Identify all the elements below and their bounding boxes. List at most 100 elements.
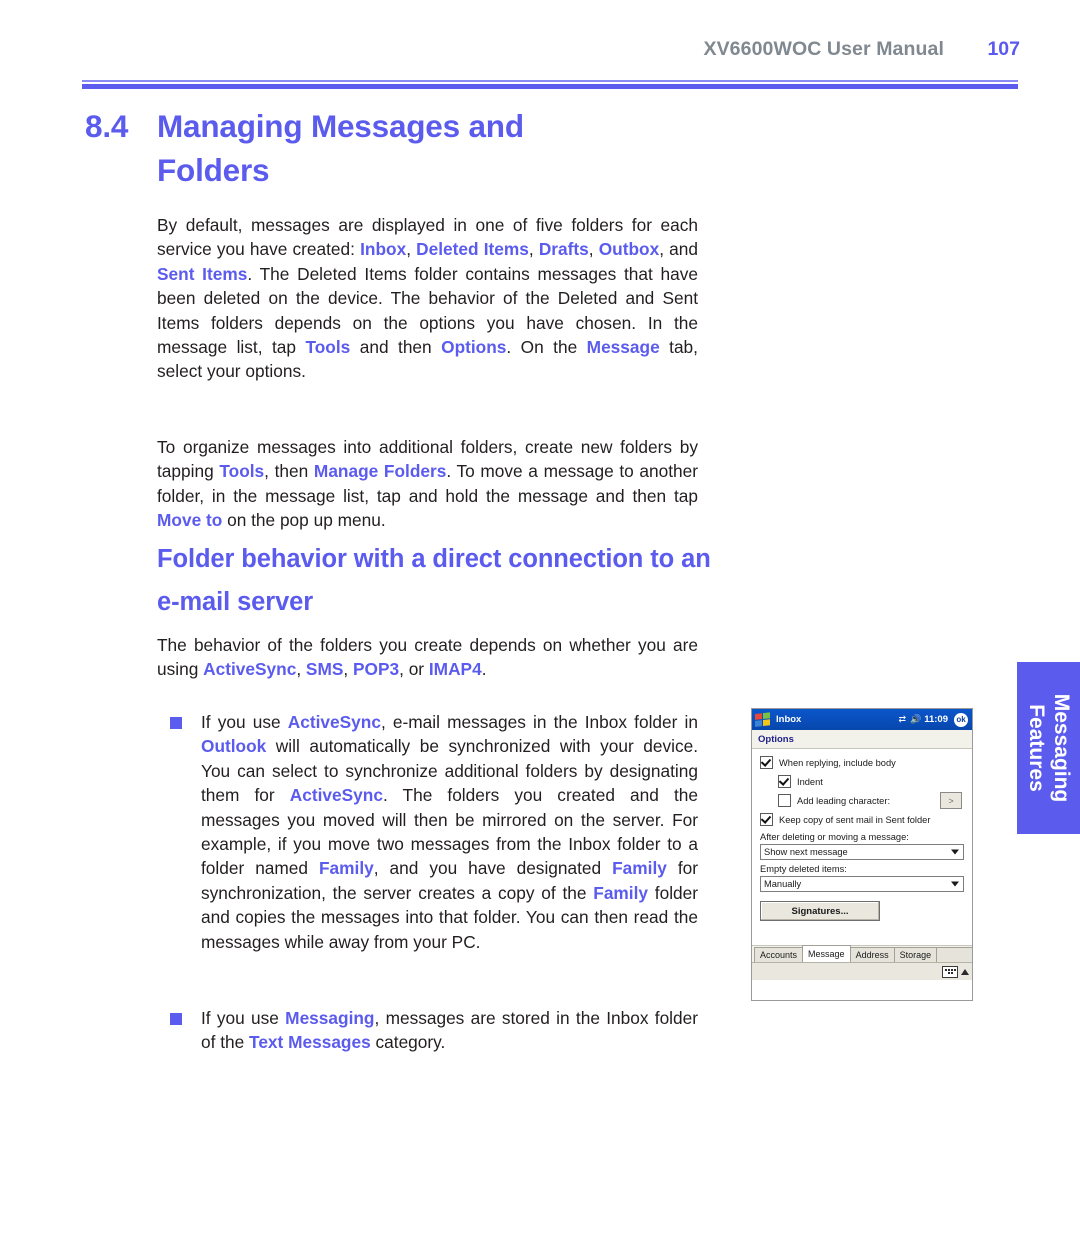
tab-storage[interactable]: Storage <box>893 947 938 962</box>
tab-message[interactable]: Message <box>802 945 851 962</box>
tab-address[interactable]: Address <box>849 947 895 962</box>
list-item: If you use Messaging, messages are store… <box>170 1006 698 1055</box>
options-menu-title: Options <box>758 733 794 745</box>
label-empty-deleted-items: Empty deleted items: <box>760 864 847 874</box>
pda-menubar: Options <box>752 730 972 749</box>
text-run: , <box>296 659 306 680</box>
term-outbox: Outbox <box>598 239 660 260</box>
header-rule-thick <box>82 84 1018 89</box>
term-messaging: Messaging <box>285 1008 375 1028</box>
pda-app-title: Inbox <box>776 714 802 725</box>
chapter-side-tab-line1: Messaging <box>1049 693 1073 803</box>
header-title: XV6600WOC User Manual <box>703 38 944 60</box>
text-run: . On the <box>506 337 587 358</box>
term-pop3: POP3 <box>352 659 400 680</box>
page-header: XV6600WOC User Manual 107 <box>0 38 1080 78</box>
term-sent-items: Sent Items <box>157 263 248 284</box>
list-item-text: If you use Messaging, messages are store… <box>201 1006 698 1055</box>
option-row-keep-copy[interactable]: Keep copy of sent mail in Sent folder <box>760 813 964 826</box>
option-label: Add leading character: <box>797 795 891 806</box>
term-tools: Tools <box>305 337 351 358</box>
term-text-messages: Text Messages <box>249 1032 371 1053</box>
text-run: If you use <box>201 1008 286 1028</box>
paragraph-organize-messages: To organize messages into additional fol… <box>157 435 698 533</box>
term-activesync: ActiveSync <box>203 659 297 680</box>
option-label: Indent <box>797 776 823 787</box>
speaker-icon[interactable]: 🔊 <box>910 715 921 724</box>
option-row-leading-character[interactable]: Add leading character: > <box>760 792 964 809</box>
dropdown-empty-deleted-items[interactable]: Manually <box>760 876 964 892</box>
manual-page: XV6600WOC User Manual 107 8.4 Managing Me… <box>0 0 1080 1259</box>
chapter-side-tab-line2: Features <box>1024 704 1048 792</box>
term-activesync: ActiveSync <box>287 712 381 732</box>
text-run: , <box>406 239 417 260</box>
page-title: 8.4 Managing Messages and Folders <box>85 104 725 192</box>
term-message: Message <box>586 337 660 358</box>
paragraph-folders-overview: By default, messages are displayed in on… <box>157 213 698 384</box>
chevron-down-icon <box>951 849 959 855</box>
option-row-indent[interactable]: Indent <box>760 775 964 788</box>
checkbox-indent[interactable] <box>778 775 791 788</box>
checkbox-include-body[interactable] <box>760 756 773 769</box>
tabbar-filler <box>936 947 972 962</box>
text-run: , and you have designated <box>373 858 613 879</box>
term-manage-folders: Manage Folders <box>313 461 447 482</box>
checkbox-keep-copy-sent-mail[interactable] <box>760 813 773 826</box>
text-run: , or <box>399 659 429 680</box>
pda-titlebar: Inbox ⇄ 🔊 11:09 ok <box>752 709 972 730</box>
text-run: and then <box>350 337 442 358</box>
subsection-title: Folder behavior with a direct connection… <box>157 538 717 624</box>
term-deleted-items: Deleted Items <box>416 239 529 260</box>
term-imap4: IMAP4 <box>428 659 482 680</box>
term-outlook: Outlook <box>201 736 267 757</box>
section-title-line2: Folders <box>157 152 270 188</box>
text-run: , e-mail messages in the Inbox folder in <box>380 712 698 732</box>
pda-screenshot-figure: Inbox ⇄ 🔊 11:09 ok Options When replying… <box>751 708 973 1001</box>
term-activesync: ActiveSync <box>289 785 383 806</box>
term-move-to: Move to <box>157 510 223 531</box>
bullet-square-icon <box>170 717 182 729</box>
tab-accounts[interactable]: Accounts <box>754 947 804 962</box>
list-item: If you use ActiveSync, e-mail messages i… <box>170 710 698 954</box>
header-page-number: 107 <box>987 38 1020 60</box>
clock-label[interactable]: 11:09 <box>924 714 948 725</box>
ok-button[interactable]: ok <box>954 712 968 727</box>
term-tools: Tools <box>219 461 265 482</box>
text-run: , <box>343 659 353 680</box>
term-family: Family <box>319 858 374 879</box>
option-label: Keep copy of sent mail in Sent folder <box>779 814 931 825</box>
section-title-line1: Managing Messages and <box>157 108 524 144</box>
text-run: If you use <box>201 712 288 732</box>
chapter-side-tab-label: Messaging Features <box>1024 694 1074 803</box>
text-run: , then <box>264 461 314 482</box>
label-after-deleting: After deleting or moving a message: <box>760 832 909 842</box>
text-run: , and <box>659 239 698 260</box>
dropdown-value: Manually <box>764 879 802 889</box>
chevron-down-icon <box>951 881 959 887</box>
checkbox-add-leading-character[interactable] <box>778 794 791 807</box>
term-family: Family <box>612 858 667 879</box>
pda-tabbar: Accounts Message Address Storage <box>752 945 972 962</box>
chevron-up-icon[interactable] <box>961 968 969 975</box>
term-sms: SMS <box>305 659 344 680</box>
connectivity-icon[interactable]: ⇄ <box>898 715 906 724</box>
term-drafts: Drafts <box>538 239 589 260</box>
option-row-include-body[interactable]: When replying, include body <box>760 756 964 769</box>
section-number: 8.4 <box>85 108 129 144</box>
keyboard-icon[interactable] <box>942 965 958 978</box>
dropdown-value: Show next message <box>764 847 848 857</box>
text-run: on the pop up menu. <box>222 510 386 531</box>
leading-character-field[interactable]: > <box>940 792 962 809</box>
text-run: , <box>588 239 599 260</box>
chapter-side-tab: Messaging Features <box>1017 662 1080 834</box>
paragraph-folder-behavior: The behavior of the folders you create d… <box>157 633 698 682</box>
term-options: Options <box>441 337 507 358</box>
list-item-text: If you use ActiveSync, e-mail messages i… <box>201 710 698 954</box>
text-run: , <box>528 239 539 260</box>
signatures-button[interactable]: Signatures... <box>760 901 880 921</box>
dropdown-after-deleting[interactable]: Show next message <box>760 844 964 860</box>
windows-logo-icon[interactable] <box>755 711 771 728</box>
text-run: . <box>481 659 487 680</box>
pda-statusbar <box>752 962 972 980</box>
header-rule-thin <box>82 80 1018 82</box>
